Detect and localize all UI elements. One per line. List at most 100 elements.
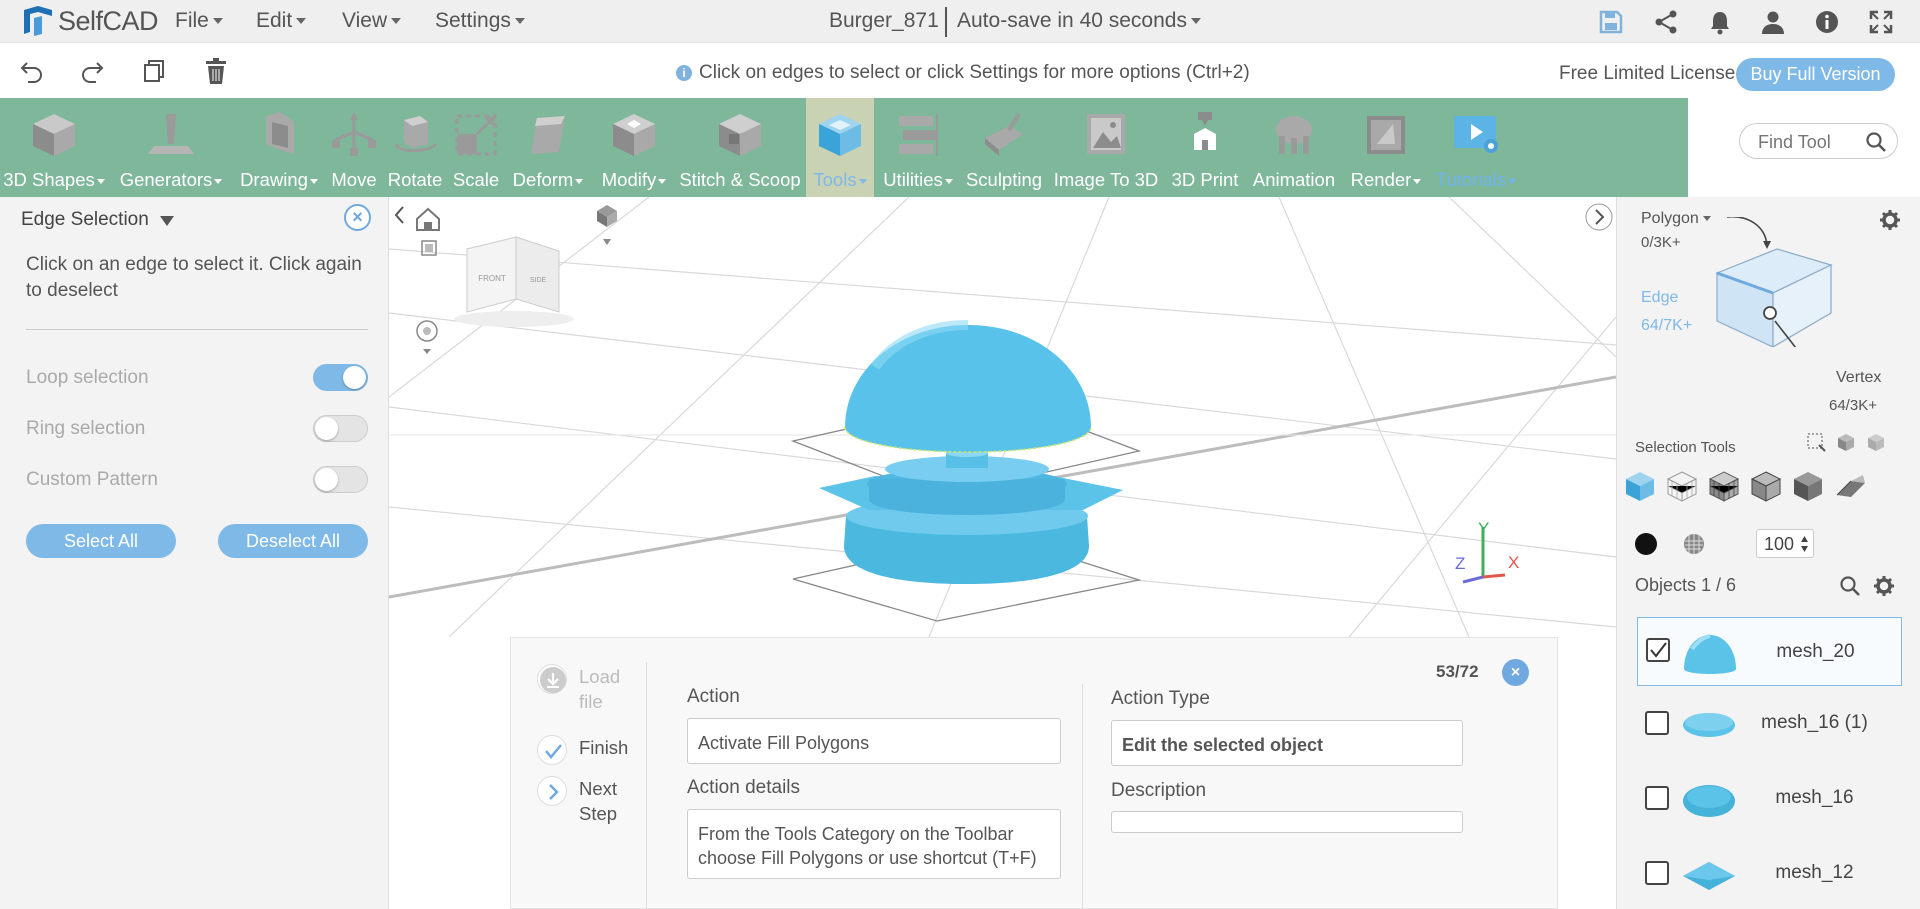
wireframe-view-icon[interactable] [1665, 469, 1699, 503]
tool-utilities[interactable]: Utilities [876, 98, 960, 197]
autosave-dropdown[interactable]: Auto-save in 40 seconds [957, 9, 1201, 33]
gear-icon[interactable] [1879, 209, 1901, 231]
buy-full-version-button[interactable]: Buy Full Version [1736, 58, 1895, 91]
tool-sculpting[interactable]: Sculpting [962, 98, 1046, 197]
shaded-view-icon[interactable] [1791, 469, 1825, 503]
tool-rotate[interactable]: Rotate [384, 98, 446, 197]
tool-modify[interactable]: Modify [591, 98, 677, 197]
menu-settings[interactable]: Settings [435, 9, 525, 33]
deselect-all-button[interactable]: Deselect All [218, 524, 368, 558]
save-icon[interactable] [1598, 9, 1624, 35]
view-cube[interactable]: FRONT SIDE [454, 236, 574, 327]
axis-x-label: X [1508, 553, 1519, 572]
perspective-icon[interactable] [597, 205, 617, 245]
tool-stitch-scoop[interactable]: Stitch & Scoop [677, 98, 803, 197]
search-icon[interactable] [1865, 131, 1887, 153]
rotate-icon [394, 116, 438, 153]
tool-label: Generators [119, 169, 213, 190]
rect-select-icon[interactable] [1805, 431, 1827, 453]
menu-file[interactable]: File [175, 9, 223, 33]
hint-bar: i Click on edges to select or click Setti… [676, 62, 1250, 84]
tool-move[interactable]: Move [325, 98, 383, 197]
ring-selection-toggle[interactable] [313, 415, 368, 442]
find-tool-input[interactable] [1758, 132, 1863, 153]
texture-icon[interactable] [1681, 531, 1707, 557]
object-checkbox[interactable] [1645, 711, 1669, 735]
object-checkbox[interactable] [1645, 786, 1669, 810]
solid-select-icon[interactable] [1865, 431, 1887, 453]
home-icon[interactable] [416, 207, 440, 231]
viewport-collapse-left-icon[interactable] [394, 206, 404, 224]
undo-icon[interactable] [19, 57, 45, 85]
tool-generators[interactable]: Generators [115, 98, 227, 197]
mesh-12-thumbnail [1683, 862, 1735, 890]
view-cube-side-label: SIDE [530, 277, 547, 284]
menu-settings-label: Settings [435, 9, 511, 32]
printer-icon [1194, 112, 1216, 150]
object-row-mesh-16-1[interactable]: mesh_16 (1) [1637, 689, 1902, 758]
search-icon[interactable] [1839, 575, 1861, 597]
tool-scale[interactable]: Scale [448, 98, 504, 197]
tool-animation[interactable]: Animation [1247, 98, 1341, 197]
tool-3d-shapes[interactable]: 3D Shapes [0, 98, 108, 197]
tool-tutorials[interactable]: Tutorials [1430, 98, 1522, 197]
object-row-mesh-12[interactable]: mesh_12 [1637, 839, 1902, 908]
tool-label: Render [1350, 169, 1412, 190]
edge-label[interactable]: Edge [1641, 289, 1678, 307]
object-select-icon[interactable] [1835, 431, 1857, 453]
chevron-down-icon [658, 178, 667, 184]
find-tool-search[interactable] [1739, 123, 1898, 159]
tool-deform[interactable]: Deform [505, 98, 591, 197]
edges-view-icon[interactable] [1749, 469, 1783, 503]
viewport-collapse-right-icon[interactable] [1585, 203, 1613, 231]
chevron-down-icon[interactable] [160, 216, 174, 226]
tool-tools[interactable]: Tools [806, 98, 874, 197]
close-tutorial-button[interactable]: × [1502, 659, 1529, 686]
selfcad-logo[interactable]: SelfCAD [20, 4, 159, 38]
select-all-button[interactable]: Select All [26, 524, 176, 558]
solid-view-icon[interactable] [1623, 469, 1657, 503]
opacity-stepper[interactable]: 100 [1756, 529, 1814, 558]
share-icon[interactable] [1653, 9, 1679, 35]
utilities-icon [899, 114, 938, 156]
close-panel-button[interactable]: × [344, 204, 371, 231]
object-checkbox[interactable] [1646, 638, 1670, 662]
tool-render[interactable]: Render [1345, 98, 1427, 197]
bell-icon[interactable] [1707, 9, 1733, 35]
gear-icon[interactable] [1873, 575, 1895, 597]
copy-icon[interactable] [141, 57, 167, 85]
plane-view-icon[interactable] [1833, 469, 1867, 503]
object-row-mesh-16[interactable]: mesh_16 [1637, 764, 1902, 833]
tool-drawing[interactable]: Drawing [235, 98, 323, 197]
object-checkbox[interactable] [1645, 861, 1669, 885]
tool-3d-print[interactable]: 3D Print [1165, 98, 1245, 197]
cube-icon [33, 114, 75, 156]
custom-pattern-toggle[interactable] [313, 466, 368, 493]
objects-count-label: Objects 1 / 6 [1635, 575, 1737, 595]
menu-file-label: File [175, 9, 209, 32]
burger-model[interactable] [819, 320, 1123, 584]
project-name[interactable]: Burger_871 [829, 9, 939, 33]
info-icon[interactable] [1814, 9, 1840, 35]
chevron-down-icon [514, 18, 525, 25]
delete-icon[interactable] [203, 57, 229, 85]
stepper-arrows-icon[interactable] [1800, 535, 1809, 553]
object-row-mesh-20[interactable]: mesh_20 [1637, 617, 1902, 686]
selection-mode-cube[interactable] [1697, 217, 1857, 347]
camera-toggle-icon[interactable] [416, 320, 438, 354]
fullscreen-icon[interactable] [1868, 9, 1894, 35]
user-icon[interactable] [1760, 9, 1786, 35]
color-swatch-icon[interactable] [1633, 531, 1659, 557]
vertex-label[interactable]: Vertex [1836, 369, 1881, 387]
mesh-16-1-thumbnail [1683, 713, 1735, 737]
object-name: mesh_16 [1775, 787, 1854, 808]
menu-edit[interactable]: Edit [256, 9, 307, 33]
loop-selection-toggle[interactable] [313, 364, 368, 391]
tool-image-to-3d[interactable]: Image To 3D [1050, 98, 1162, 197]
3d-viewport[interactable]: FRONT SIDE Y X Z [389, 197, 1616, 637]
menu-view[interactable]: View [342, 9, 402, 33]
object-name: mesh_12 [1775, 862, 1854, 883]
mesh-view-icon[interactable] [1707, 469, 1741, 503]
redo-icon[interactable] [79, 57, 105, 85]
chevron-down-icon [96, 178, 105, 184]
